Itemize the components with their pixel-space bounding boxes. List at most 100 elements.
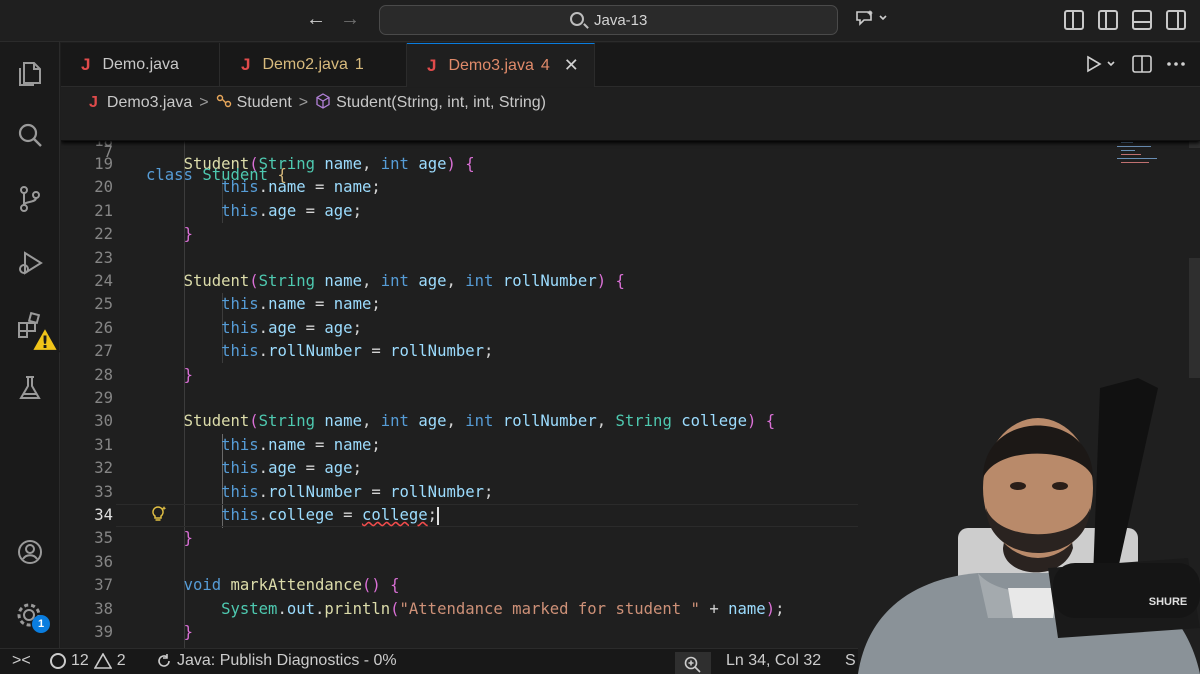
manage-icon[interactable]: 1: [12, 597, 50, 633]
extensions-icon[interactable]: !: [12, 308, 60, 353]
code-line-text: void markAttendance() {: [183, 576, 400, 595]
workspace-title: Java-13: [594, 12, 648, 29]
cursor-position[interactable]: Ln 34, Col 32: [726, 652, 821, 670]
code-line: 21 this.age = age;: [61, 200, 1101, 223]
line-number: 33: [94, 482, 113, 501]
problem-count-badge: 4: [540, 56, 550, 74]
line-number: 38: [94, 599, 113, 618]
breadcrumb-class[interactable]: Student: [237, 94, 292, 112]
code-line-text: System.out.println("Attendance marked fo…: [221, 599, 785, 618]
customize-layout-icon[interactable]: [1064, 10, 1084, 30]
copilot-icon[interactable]: [855, 9, 889, 31]
java-status-text: Java: Publish Diagnostics - 0%: [177, 652, 397, 669]
split-editor-icon[interactable]: [1132, 55, 1152, 78]
toggle-secondary-sidebar-icon[interactable]: [1166, 10, 1186, 30]
line-number: 36: [94, 552, 113, 571]
manage-badge: 1: [32, 615, 50, 633]
command-center-search[interactable]: Java-13: [379, 5, 838, 35]
breadcrumb-separator: >: [199, 94, 209, 111]
java-file-icon: J: [241, 55, 251, 74]
line-number: 39: [94, 623, 113, 641]
tab-demo3-java[interactable]: J Demo3.java 4 ✕: [407, 43, 595, 87]
text-caret: [437, 506, 440, 525]
line-number: 31: [94, 435, 113, 454]
code-line-text: class Student {: [146, 166, 287, 184]
line-number: 23: [94, 248, 113, 267]
java-file-icon: J: [427, 55, 437, 75]
line-number: 25: [94, 295, 113, 314]
tab-demo2-java[interactable]: J Demo2.java 1: [221, 43, 407, 87]
line-number: 34: [94, 506, 113, 524]
svg-text:!: !: [41, 333, 49, 352]
mic-brand-label: SHURE: [1149, 596, 1188, 608]
tab-label: Demo.java: [102, 56, 179, 73]
code-line: 24 Student(String name, int age, int rol…: [61, 270, 1101, 293]
accounts-icon[interactable]: [12, 534, 48, 570]
breadcrumb: J Demo3.java > Student > Student(String,…: [61, 88, 1200, 118]
explorer-icon[interactable]: [12, 56, 48, 92]
breadcrumb-method[interactable]: Student(String, int, int, String): [336, 94, 546, 112]
line-number: 37: [94, 576, 113, 595]
code-line-text: this.rollNumber = rollNumber;: [221, 482, 494, 501]
class-symbol-icon: [216, 94, 232, 113]
code-line-text: }: [183, 529, 193, 548]
sync-icon: [158, 654, 170, 667]
more-actions-icon[interactable]: [1166, 55, 1186, 78]
line-number: 30: [94, 412, 113, 431]
status-item-truncated[interactable]: S: [845, 652, 856, 670]
code-line-text: }: [183, 365, 193, 384]
source-control-icon[interactable]: [12, 181, 48, 217]
line-number: 35: [94, 529, 113, 548]
toggle-panel-icon[interactable]: [1132, 10, 1152, 30]
search-icon[interactable]: [12, 118, 48, 154]
line-number: 27: [94, 342, 113, 361]
run-debug-icon[interactable]: [12, 245, 48, 281]
warning-icon: [93, 653, 112, 669]
tab-demo-java[interactable]: J Demo.java: [61, 43, 220, 87]
zoom-icon[interactable]: [675, 652, 711, 674]
toggle-primary-sidebar-icon[interactable]: [1098, 10, 1118, 30]
code-line-text: this.age = age;: [221, 318, 362, 337]
testing-icon[interactable]: [12, 370, 48, 406]
title-bar: ← → Java-13: [0, 0, 1200, 42]
breadcrumb-separator: >: [298, 94, 309, 111]
tab-label: Demo3.java: [448, 56, 534, 74]
remote-indicator-icon[interactable]: ><: [12, 652, 31, 670]
activity-bar: ! 1: [0, 42, 60, 648]
code-line-text: this.college = college;: [221, 506, 440, 525]
code-line: 26 this.age = age;: [61, 317, 1101, 340]
line-number: 26: [94, 318, 113, 337]
code-line-text: this.age = age;: [221, 459, 362, 478]
java-status[interactable]: Java: Publish Diagnostics - 0%: [156, 652, 397, 670]
search-icon: [570, 12, 584, 26]
forward-arrow-icon[interactable]: →: [340, 8, 360, 31]
line-number: 22: [94, 225, 113, 244]
code-line-text: this.age = age;: [221, 201, 362, 220]
code-line: 18: [61, 141, 1101, 147]
method-symbol-icon: [315, 92, 331, 114]
problem-count-badge: 1: [354, 56, 364, 73]
code-line-text: this.name = name;: [221, 435, 381, 454]
breadcrumb-file[interactable]: Demo3.java: [107, 94, 192, 112]
error-count: 12: [71, 652, 89, 669]
code-line: 23: [61, 247, 1101, 270]
run-icon[interactable]: [1086, 55, 1118, 78]
line-number: 7: [103, 143, 113, 161]
close-tab-icon[interactable]: ✕: [564, 55, 579, 76]
editor-tabs: J Demo.java J Demo2.java 1 J Demo3.java …: [61, 43, 1200, 87]
error-icon: [50, 653, 66, 669]
code-line-text: Student(String name, int age, int rollNu…: [183, 412, 776, 431]
java-file-icon: J: [81, 55, 91, 74]
tab-label: Demo2.java: [262, 56, 348, 73]
code-line: 27 this.rollNumber = rollNumber;: [61, 340, 1101, 363]
back-arrow-icon[interactable]: ←: [306, 8, 326, 31]
warning-badge-icon: !: [30, 324, 60, 353]
problems-indicator[interactable]: 12 2: [50, 652, 126, 670]
line-number: 29: [94, 389, 113, 407]
java-file-icon: J: [89, 94, 98, 111]
code-line-text: this.rollNumber = rollNumber;: [221, 342, 494, 361]
line-number: 32: [94, 459, 113, 478]
code-line: 25 this.name = name;: [61, 293, 1101, 316]
warning-count: 2: [116, 652, 126, 669]
sticky-scroll-header[interactable]: 7 class Student {: [61, 118, 1200, 184]
